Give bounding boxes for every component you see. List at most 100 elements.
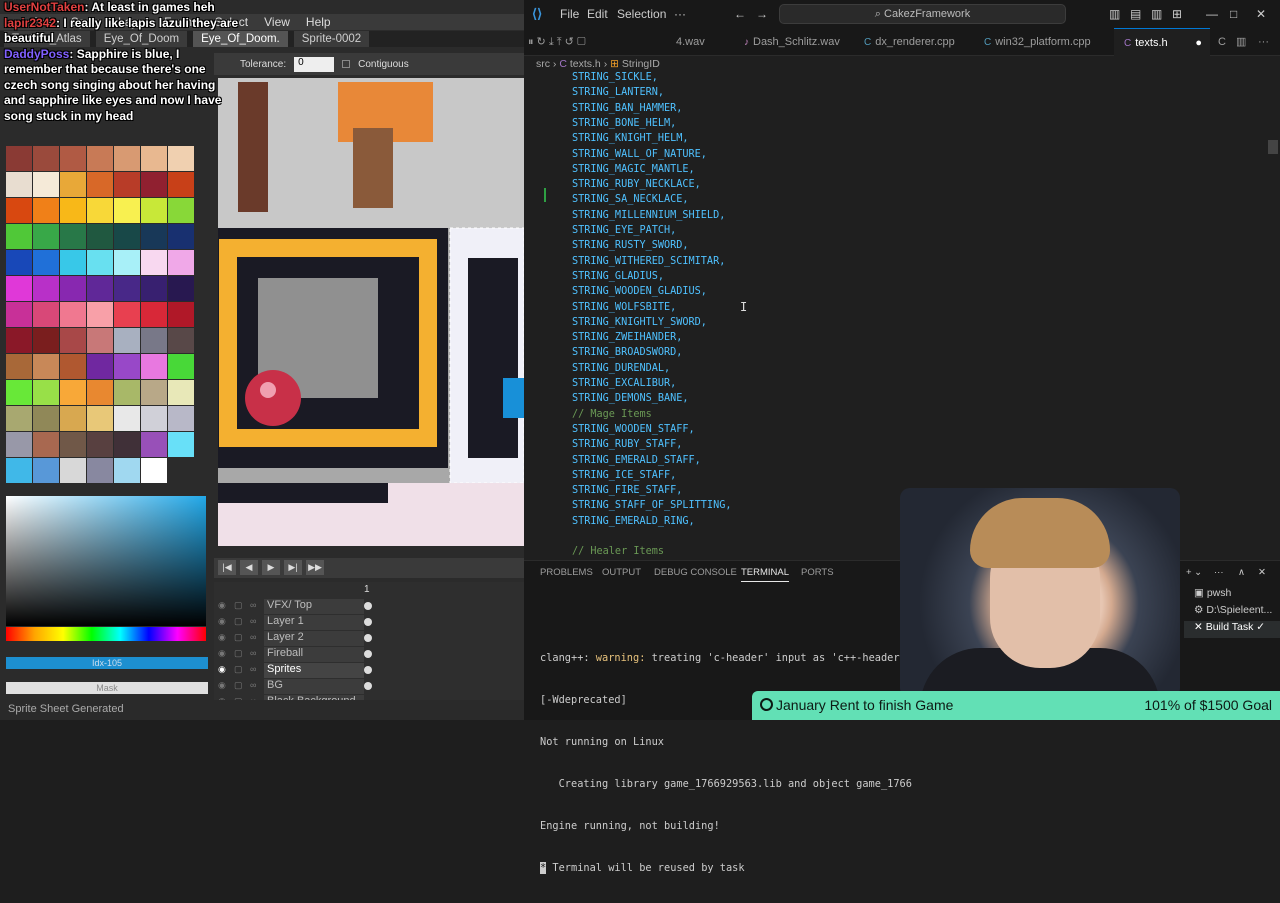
palette-swatch[interactable] xyxy=(87,302,113,327)
close-panel-icon[interactable]: ✕ xyxy=(1258,567,1266,578)
eye-icon[interactable]: ◉ xyxy=(218,600,228,610)
tab-sprite-0002[interactable]: Sprite-0002 xyxy=(293,31,370,47)
palette-swatch[interactable] xyxy=(114,432,140,457)
palette-swatch[interactable] xyxy=(168,380,194,405)
split-editor-icon[interactable]: ▥ xyxy=(1236,28,1246,56)
palette-swatch[interactable] xyxy=(6,172,32,197)
palette-swatch[interactable] xyxy=(141,276,167,301)
lock-icon[interactable]: ▢ xyxy=(234,616,244,626)
tab-dash-schlitz[interactable]: ♪ Dash_Schlitz.wav xyxy=(734,28,850,56)
palette-swatch[interactable] xyxy=(141,224,167,249)
code-editor[interactable]: STRING_SICKLE, STRING_LANTERN, STRING_BAN_… xyxy=(524,72,1280,560)
menu-file[interactable]: File xyxy=(560,7,579,21)
palette-swatch[interactable] xyxy=(6,354,32,379)
layout-sidebar-icon[interactable]: ▥ xyxy=(1109,7,1120,21)
eye-icon[interactable]: ◉ xyxy=(218,648,228,658)
forward-arrow-icon[interactable]: → xyxy=(756,7,768,21)
last-frame-icon[interactable]: ▶▶ xyxy=(306,560,324,575)
cel-dot[interactable] xyxy=(364,634,372,642)
palette-swatch[interactable] xyxy=(6,328,32,353)
link-icon[interactable]: ∞ xyxy=(250,648,260,658)
maximize-panel-icon[interactable]: ∧ xyxy=(1238,567,1245,578)
menu-selection[interactable]: Selection xyxy=(617,7,666,21)
tab-overflow[interactable]: C xyxy=(1218,28,1226,56)
palette-swatch[interactable] xyxy=(87,198,113,223)
prev-frame-icon[interactable]: ◀ xyxy=(240,560,258,575)
layer-name[interactable]: Layer 1 xyxy=(264,615,364,630)
palette-swatch[interactable] xyxy=(168,328,194,353)
palette-swatch[interactable] xyxy=(60,198,86,223)
palette-swatch[interactable] xyxy=(114,224,140,249)
menu-more[interactable]: ··· xyxy=(674,7,686,21)
palette-swatch[interactable] xyxy=(141,406,167,431)
palette-swatch[interactable] xyxy=(141,432,167,457)
tab-win32-platform[interactable]: Cwin32_platform.cpp xyxy=(974,28,1101,56)
tab-4-wav[interactable]: 4.wav xyxy=(676,28,705,56)
link-icon[interactable]: ∞ xyxy=(250,664,260,674)
lock-icon[interactable]: ▢ xyxy=(234,632,244,642)
palette-swatch[interactable] xyxy=(141,354,167,379)
color-picker-sv[interactable] xyxy=(6,496,206,626)
palette-swatch[interactable] xyxy=(60,276,86,301)
layer-row-fireball[interactable]: ◉ ▢ ∞ Fireball xyxy=(214,646,524,662)
customize-layout-icon[interactable]: ⊞ xyxy=(1172,7,1182,21)
lock-icon[interactable]: ▢ xyxy=(234,600,244,610)
palette-swatch[interactable] xyxy=(114,276,140,301)
command-center-search[interactable]: ⌕ CakezFramework xyxy=(779,4,1066,24)
palette-swatch[interactable] xyxy=(168,172,194,197)
layout-split-icon[interactable]: ▥ xyxy=(1151,7,1162,21)
cel-dot[interactable] xyxy=(364,618,372,626)
palette-swatch[interactable] xyxy=(33,302,59,327)
tab-controls[interactable]: ⏸ ↻ ⤓ ⤒ ↺ ▢ xyxy=(528,28,586,56)
eye-icon[interactable]: ◉ xyxy=(218,616,228,626)
layer-name[interactable]: Layer 2 xyxy=(264,631,364,646)
palette-swatch[interactable] xyxy=(6,276,32,301)
terminal-item-path[interactable]: ⚙ D:\Spieleent... xyxy=(1184,604,1280,621)
palette-swatch[interactable] xyxy=(33,328,59,353)
palette-swatch[interactable] xyxy=(33,458,59,483)
palette-swatch[interactable] xyxy=(33,406,59,431)
link-icon[interactable]: ∞ xyxy=(250,680,260,690)
palette-swatch[interactable] xyxy=(141,302,167,327)
terminal-item-build-task[interactable]: ✕ Build Task ✓ xyxy=(1184,621,1280,638)
cel-dot[interactable] xyxy=(364,602,372,610)
layout-panel-icon[interactable]: ▤ xyxy=(1130,7,1141,21)
palette-swatch[interactable] xyxy=(60,224,86,249)
palette-swatch[interactable] xyxy=(87,406,113,431)
palette-swatch[interactable] xyxy=(33,380,59,405)
palette-swatch[interactable] xyxy=(141,328,167,353)
palette-swatch[interactable] xyxy=(87,276,113,301)
menu-view[interactable]: View xyxy=(264,15,290,29)
back-arrow-icon[interactable]: ← xyxy=(734,7,746,21)
palette-swatch[interactable] xyxy=(33,224,59,249)
link-icon[interactable]: ∞ xyxy=(250,600,260,610)
cel-dot[interactable] xyxy=(364,682,372,690)
palette-swatch[interactable] xyxy=(168,250,194,275)
breadcrumb-symbol[interactable]: StringID xyxy=(622,58,660,70)
menu-help[interactable]: Help xyxy=(306,15,331,29)
palette-swatch[interactable] xyxy=(33,172,59,197)
hue-slider[interactable] xyxy=(6,627,206,641)
palette-swatch[interactable] xyxy=(6,406,32,431)
panel-tab-terminal[interactable]: TERMINAL xyxy=(741,567,790,582)
palette-swatch[interactable] xyxy=(6,224,32,249)
breadcrumb-file[interactable]: texts.h xyxy=(570,58,601,70)
frame-number[interactable]: 1 xyxy=(364,584,370,595)
palette-swatch[interactable] xyxy=(6,302,32,327)
palette-swatch[interactable] xyxy=(168,302,194,327)
tab-dx-renderer[interactable]: Cdx_renderer.cpp xyxy=(854,28,965,56)
palette-swatch[interactable] xyxy=(141,458,167,483)
palette-swatch[interactable] xyxy=(168,406,194,431)
palette-swatch[interactable] xyxy=(87,458,113,483)
breadcrumb-src[interactable]: src xyxy=(536,58,550,70)
layer-row-layer-1[interactable]: ◉ ▢ ∞ Layer 1 xyxy=(214,614,524,630)
menu-edit[interactable]: Edit xyxy=(587,7,608,21)
more-actions-icon[interactable]: ··· xyxy=(1258,28,1269,56)
editor-scrollbar[interactable] xyxy=(1268,140,1278,154)
palette-swatch[interactable] xyxy=(87,328,113,353)
eye-icon[interactable]: ◉ xyxy=(218,680,228,690)
palette-swatch[interactable] xyxy=(87,354,113,379)
panel-tab-ports[interactable]: PORTS xyxy=(801,567,834,578)
palette-swatch[interactable] xyxy=(114,354,140,379)
layer-row-vfx-top[interactable]: ◉ ▢ ∞ VFX/ Top xyxy=(214,598,524,614)
